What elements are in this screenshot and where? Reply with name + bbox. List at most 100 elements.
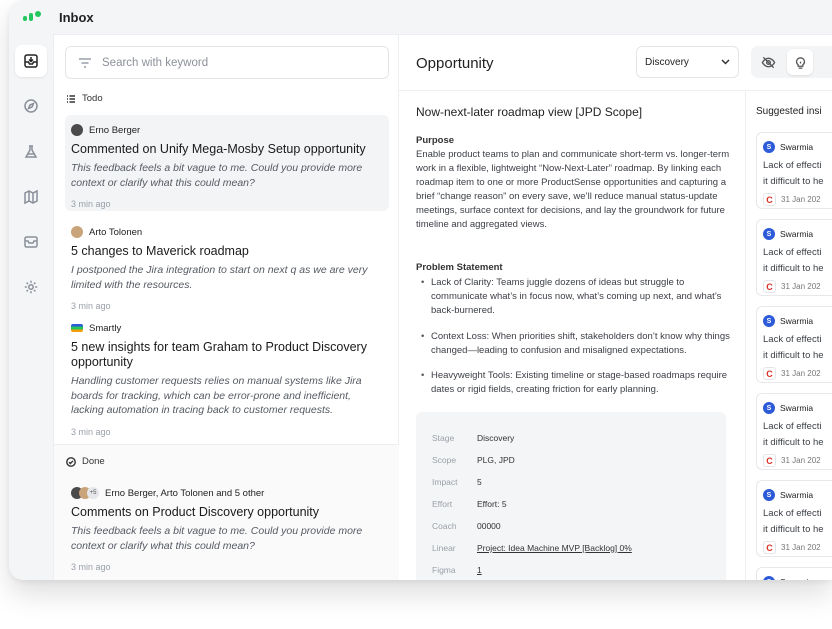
app-logo-icon [23,11,43,21]
avatar [71,124,83,136]
nav-roadmap-button[interactable] [15,181,47,213]
app-window: Inbox Todo [9,0,832,580]
insight-card[interactable]: S Swarmia Lack of effecti it difficult to h… [756,132,832,209]
done-label: Done [82,456,105,467]
insight-card[interactable]: S Swarmia Lack of effecti it difficult to h… [756,219,832,296]
source-c-icon: C [763,367,776,380]
property-label: Coach [432,521,457,531]
done-section-header[interactable]: Done [66,456,105,467]
smartly-logo-icon [71,324,83,332]
source-c-icon: C [763,541,776,554]
list-item[interactable]: Erno Berger Commented on Unify Mega-Mosb… [65,115,389,211]
insight-card[interactable]: S Swarmia Lack of effecti it difficult to h… [756,480,832,557]
stage-select[interactable]: Discovery [636,46,739,78]
property-label: Scope [432,455,457,465]
opportunity-document: Now-next-later roadmap view [JPD Scope] … [399,92,745,580]
card-body: I postponed the Jira integration to star… [71,264,368,291]
card-body: This feedback feels a bit vague to me. C… [71,162,363,189]
property-label: Impact [432,477,458,487]
figma-link[interactable]: 1 [477,565,482,575]
author-name: Smartly [89,322,122,334]
insight-date: 31 Jan 202 [781,282,821,291]
nav-settings-button[interactable] [15,271,47,303]
chevron-down-icon [721,59,730,65]
nav-experiments-button[interactable] [15,136,47,168]
insight-text: Lack of effecti it difficult to he [763,158,832,189]
purpose-heading: Purpose [416,135,455,146]
insight-footer: C 31 Jan 202 [763,454,832,467]
list-item[interactable]: Arto Tolonen 5 changes to Maverick roadm… [65,217,389,313]
property-value[interactable]: PLG, JPD [477,455,515,465]
insight-card[interactable]: S Swarmia Lack of effecti it difficult to h… [756,393,832,470]
card-body: Handling customer requests relies on man… [71,375,362,416]
filter-icon [79,57,91,68]
nav-rail [9,34,53,580]
property-value[interactable]: Effort: 5 [477,499,507,509]
insight-source: S Swarmia [763,228,832,240]
properties-panel: Stage Discovery Scope PLG, JPD Impact 5 … [416,412,726,580]
insights-toggle-button[interactable] [787,49,813,75]
insight-source: S Swarmia [763,576,832,580]
source-name: Swarmia [780,403,814,413]
property-row: Stage Discovery [432,433,514,443]
compass-icon [24,99,38,113]
property-row: Effort Effort: 5 [432,499,507,509]
todo-section-header[interactable]: Todo [66,93,103,104]
source-c-icon: C [763,454,776,467]
list-item[interactable]: Smartly 5 new insights for team Graham t… [65,313,389,437]
property-row: Linear Project: Idea Machine MVP [Backlo… [432,543,632,553]
settings-icon [24,280,38,294]
document-title: Now-next-later roadmap view [JPD Scope] [416,105,643,119]
card-title: 5 changes to Maverick roadmap [71,244,249,258]
insight-card[interactable]: S Swarmia [756,567,832,580]
author-name: Arto Tolonen [89,226,143,238]
insight-text: Lack of effecti it difficult to he [763,419,832,450]
done-section: Done +5 Erno Berger, Arto Tolonen and 5 … [54,444,400,580]
property-value[interactable]: 00000 [477,521,501,531]
insight-line: it difficult to he [763,523,824,535]
card-time: 3 min ago [71,562,111,572]
nav-archive-button[interactable] [15,226,47,258]
insight-line: it difficult to he [763,349,824,361]
suggested-insights-panel: Suggested insi S Swarmia Lack of effecti it… [745,92,832,580]
swarmia-logo-icon: S [763,228,775,240]
stage-select-value: Discovery [645,56,689,68]
card-time: 3 min ago [71,301,111,311]
insight-line: it difficult to he [763,175,824,187]
property-value[interactable]: 5 [477,477,482,487]
property-value[interactable]: Discovery [477,433,514,443]
problem-item: Context Loss: When priorities shift, sta… [421,330,737,358]
problem-item: Heavyweight Tools: Existing timeline or … [421,369,737,397]
insight-date: 31 Jan 202 [781,543,821,552]
insight-source: S Swarmia [763,141,832,153]
swarmia-logo-icon: S [763,489,775,501]
card-author: +5 Erno Berger, Arto Tolonen and 5 other [71,486,383,500]
insight-source: S Swarmia [763,315,832,327]
source-name: Swarmia [780,229,814,239]
swarmia-logo-icon: S [763,402,775,414]
insight-text: Lack of effecti it difficult to he [763,506,832,537]
search-box[interactable] [65,46,389,79]
check-circle-icon [66,456,76,467]
nav-inbox-button[interactable] [15,45,47,77]
problem-item: Lack of Clarity: Teams juggle dozens of … [421,276,737,318]
insights-title: Suggested insi [756,106,822,117]
list-item[interactable]: +5 Erno Berger, Arto Tolonen and 5 other… [65,478,389,578]
inbox-icon [24,54,38,68]
hide-toggle-button[interactable] [755,49,781,75]
linear-link[interactable]: Project: Idea Machine MVP [Backlog] 0% [477,543,632,553]
property-row: Scope PLG, JPD [432,455,515,465]
archive-icon [24,236,38,248]
insight-card[interactable]: S Swarmia Lack of effecti it difficult to h… [756,306,832,383]
purpose-text: Enable product teams to plan and communi… [416,149,730,230]
view-toggle-group [751,46,832,78]
author-name: Erno Berger [89,124,141,136]
card-title: Commented on Unify Mega-Mosby Setup oppo… [71,142,366,156]
insight-source: S Swarmia [763,402,832,414]
search-input[interactable] [102,56,382,69]
insight-source: S Swarmia [763,489,832,501]
nav-explore-button[interactable] [15,90,47,122]
card-title: 5 new insights for team Graham to Produc… [71,340,367,369]
property-label: Stage [432,433,455,443]
insight-date: 31 Jan 202 [781,369,821,378]
